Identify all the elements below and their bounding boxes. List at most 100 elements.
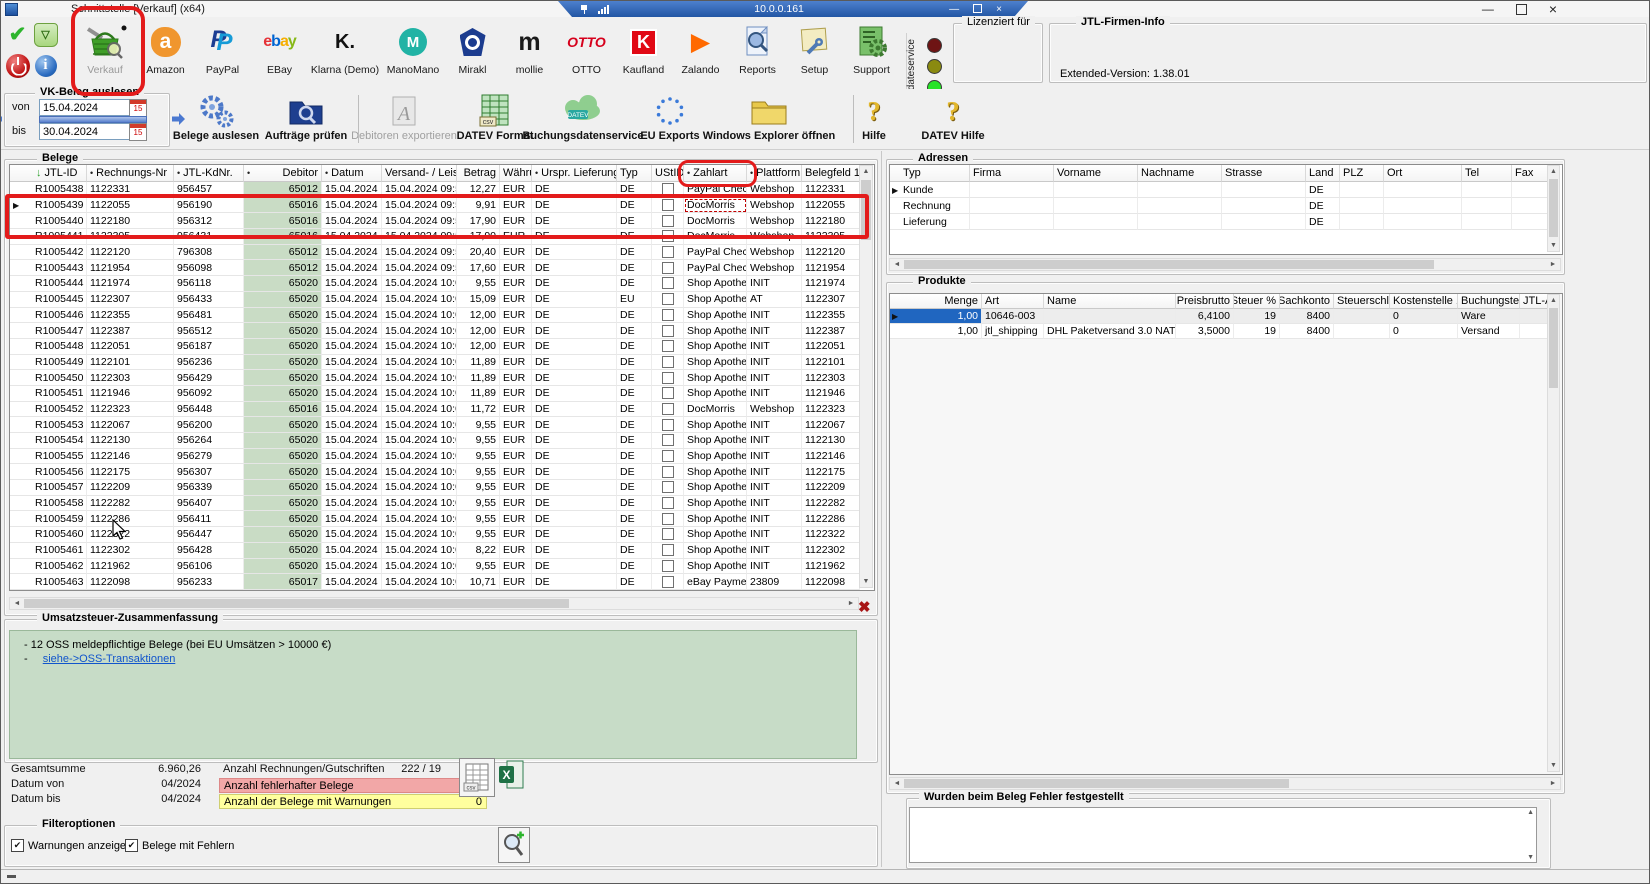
table-cell[interactable]: 65020	[244, 276, 322, 292]
table-cell[interactable]: INIT	[747, 449, 802, 465]
table-cell[interactable]: Shop Apothe	[684, 355, 747, 371]
belege-row-R1005450[interactable]: R100545011223039564296502015.04.202415.0…	[10, 370, 874, 386]
toolbar-item-zalando[interactable]: ▶Zalando	[672, 17, 729, 89]
scroll-down-icon[interactable]: ▼	[1548, 760, 1559, 771]
table-cell[interactable]	[652, 402, 684, 418]
table-cell[interactable]: EUR	[500, 449, 532, 465]
table-cell[interactable]: 0	[1390, 324, 1458, 339]
table-cell[interactable]: EUR	[500, 308, 532, 324]
csv-preview-button[interactable]: csv	[459, 758, 495, 797]
outer-close-button[interactable]: ×	[1549, 2, 1557, 16]
table-cell[interactable]: 1122322	[87, 527, 174, 543]
belege-row-R1005451[interactable]: R100545111219469560926502015.04.202415.0…	[10, 386, 874, 402]
ustid-checkbox[interactable]	[662, 183, 674, 195]
table-cell[interactable]: 15.04.2024	[322, 355, 382, 371]
table-cell[interactable]: R1005446	[10, 308, 87, 324]
table-cell[interactable]: INIT	[747, 417, 802, 433]
belege-row-R1005449[interactable]: R100544911221019562366502015.04.202415.0…	[10, 355, 874, 371]
table-cell[interactable]	[1512, 198, 1548, 214]
table-cell[interactable]: 65020	[244, 480, 322, 496]
table-cell[interactable]: DE	[617, 260, 652, 276]
column-header-w-hrung[interactable]: Währung	[500, 165, 532, 182]
table-cell[interactable]: Kunde	[890, 182, 970, 198]
column-header-steuer-[interactable]: Steuer %	[1234, 294, 1280, 309]
table-cell[interactable]: DE	[532, 308, 617, 324]
ustid-checkbox[interactable]	[662, 560, 674, 572]
table-cell[interactable]: 1122209	[802, 480, 860, 496]
table-cell[interactable]: 1122098	[87, 574, 174, 590]
table-cell[interactable]: DHL Paketversand 3.0 NAT	[1044, 324, 1176, 339]
table-cell[interactable]: 15.04.2024 10:05	[382, 480, 457, 496]
table-cell[interactable]: 956447	[174, 527, 244, 543]
table-cell[interactable]	[1222, 182, 1306, 198]
ustid-checkbox[interactable]	[662, 340, 674, 352]
ustid-checkbox[interactable]	[662, 513, 674, 525]
column-header-betrag[interactable]: Betrag	[457, 165, 500, 182]
table-cell[interactable]: Shop Apothe	[684, 323, 747, 339]
table-cell[interactable]: INIT	[747, 511, 802, 527]
table-cell[interactable]	[652, 464, 684, 480]
table-cell[interactable]: 11,89	[457, 386, 500, 402]
table-cell[interactable]: 15.04.2024	[322, 260, 382, 276]
table-cell[interactable]: 956429	[174, 370, 244, 386]
table-cell[interactable]	[652, 449, 684, 465]
pin-icon[interactable]	[580, 5, 588, 14]
filter-dot-icon[interactable]: •	[750, 168, 753, 178]
table-cell[interactable]: 1122067	[802, 417, 860, 433]
action-belege-auslesen[interactable]: Belege auslesen	[173, 89, 259, 149]
table-cell[interactable]: 65012	[244, 260, 322, 276]
table-cell[interactable]: DE	[617, 449, 652, 465]
table-cell[interactable]: 15.04.2024 10:01	[382, 292, 457, 308]
table-cell[interactable]: 1,00	[890, 309, 982, 324]
table-cell[interactable]: Webshop	[747, 260, 802, 276]
table-cell[interactable]: R1005438	[10, 182, 87, 198]
ustid-checkbox[interactable]	[662, 528, 674, 540]
table-cell[interactable]: 15.04.2024 10:05	[382, 511, 457, 527]
belege-row-R1005459[interactable]: R100545911222869564116502015.04.202415.0…	[10, 511, 874, 527]
toolbar-item-kaufland[interactable]: KKaufland	[615, 17, 672, 89]
table-cell[interactable]: 0	[1390, 309, 1458, 324]
table-cell[interactable]: 65020	[244, 370, 322, 386]
table-cell[interactable]: DE	[532, 292, 617, 308]
table-cell[interactable]: 9,55	[457, 417, 500, 433]
table-cell[interactable]: 1122303	[802, 370, 860, 386]
column-header-vorname[interactable]: Vorname	[1054, 165, 1138, 182]
ustid-checkbox[interactable]	[662, 262, 674, 274]
table-cell[interactable]: 1122387	[802, 323, 860, 339]
table-cell[interactable]	[652, 496, 684, 512]
table-cell[interactable]: 19	[1234, 309, 1280, 324]
column-header-steuerschl-[interactable]: Steuerschl.	[1334, 294, 1390, 309]
table-cell[interactable]: 65020	[244, 496, 322, 512]
table-cell[interactable]: EUR	[500, 496, 532, 512]
rdp-minimize-button[interactable]: —	[949, 4, 959, 15]
ustid-checkbox[interactable]	[662, 387, 674, 399]
table-cell[interactable]	[1054, 214, 1138, 230]
table-cell[interactable]: DocMorris	[684, 213, 747, 229]
belege-row-R1005443[interactable]: R100544311219549560986501215.04.202415.0…	[10, 260, 874, 276]
column-header-nachname[interactable]: Nachname	[1138, 165, 1222, 182]
table-cell[interactable]: DE	[617, 480, 652, 496]
power-button[interactable]	[4, 51, 31, 80]
table-cell[interactable]	[970, 182, 1054, 198]
scroll-left-icon[interactable]: ◄	[12, 598, 22, 609]
table-cell[interactable]: 1122302	[802, 543, 860, 559]
table-cell[interactable]: 1122175	[802, 464, 860, 480]
toolbar-item-support[interactable]: Support	[843, 17, 900, 89]
table-cell[interactable]: 15.04.2024 10:06	[382, 527, 457, 543]
belege-vertical-scrollbar[interactable]: ▲ ▼	[859, 165, 873, 588]
von-calendar-button[interactable]: 15	[129, 99, 147, 117]
table-cell[interactable]: 1122323	[802, 402, 860, 418]
belege-row-R1005456[interactable]: R100545611221759563076502015.04.202415.0…	[10, 464, 874, 480]
table-cell[interactable]: 1121954	[802, 260, 860, 276]
table-cell[interactable]: 956187	[174, 339, 244, 355]
table-cell[interactable]: 1122305	[802, 229, 860, 245]
table-cell[interactable]: 15.04.2024	[322, 198, 382, 214]
column-header-ort[interactable]: Ort	[1384, 165, 1462, 182]
table-cell[interactable]: INIT	[747, 339, 802, 355]
table-cell[interactable]: DE	[1306, 198, 1340, 214]
table-cell[interactable]: DE	[532, 339, 617, 355]
table-cell[interactable]: 1122387	[87, 323, 174, 339]
ustid-checkbox[interactable]	[662, 481, 674, 493]
table-cell[interactable]: DE	[532, 480, 617, 496]
table-cell[interactable]: 956098	[174, 260, 244, 276]
